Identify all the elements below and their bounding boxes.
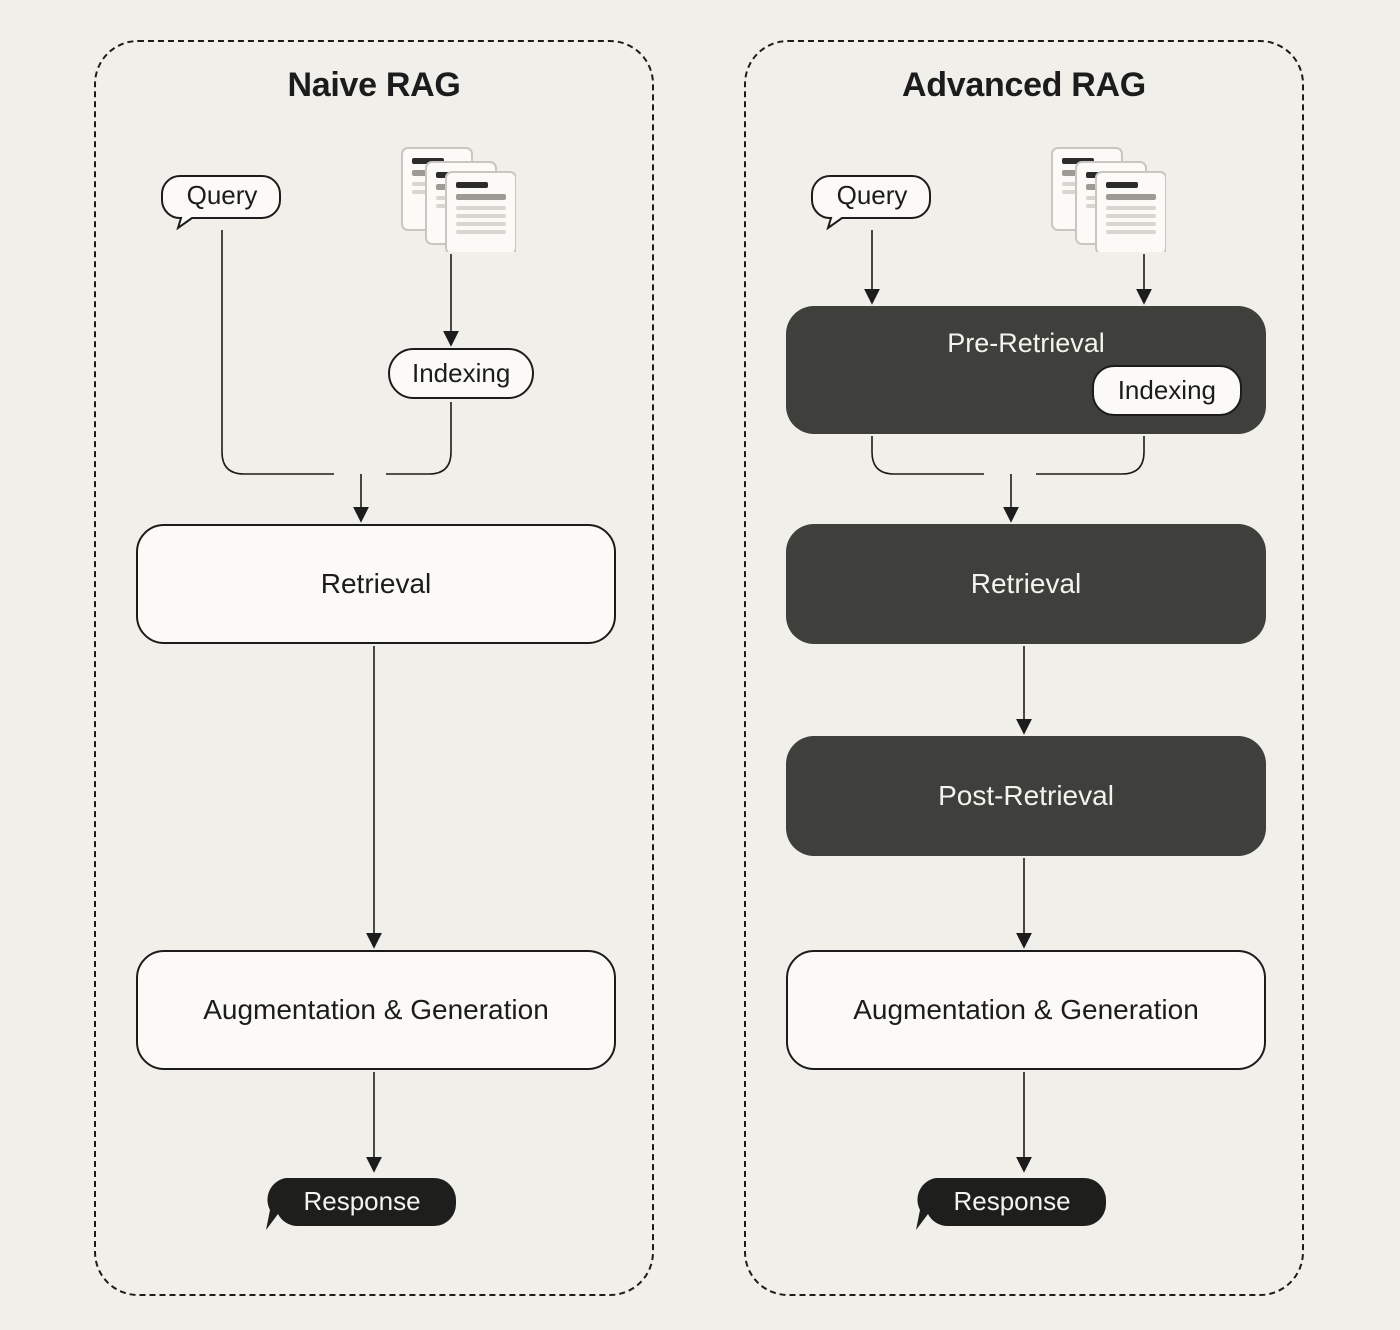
query-bubble-right: Query xyxy=(810,172,938,230)
indexing-pill-left: Indexing xyxy=(388,348,534,399)
arrows-right xyxy=(746,42,1306,1298)
response-bubble-left: Response xyxy=(262,1174,464,1236)
query-bubble-left: Query xyxy=(160,172,288,230)
response-bubble-right: Response xyxy=(912,1174,1114,1236)
panel-title-naive: Naive RAG xyxy=(96,66,652,105)
query-label-left: Query xyxy=(187,180,258,210)
panel-naive-rag: Naive RAG Query xyxy=(94,40,654,1296)
panel-advanced-rag: Advanced RAG Query xyxy=(744,40,1304,1296)
documents-icon-right xyxy=(1046,142,1166,257)
panel-title-advanced: Advanced RAG xyxy=(746,66,1302,105)
aug-gen-box-left: Augmentation & Generation xyxy=(136,950,616,1070)
query-label-right: Query xyxy=(837,180,908,210)
arrows-left xyxy=(96,42,656,1298)
documents-icon-left xyxy=(396,142,516,257)
response-label-left: Response xyxy=(303,1186,420,1216)
post-retrieval-box: Post-Retrieval xyxy=(786,736,1266,856)
response-label-right: Response xyxy=(953,1186,1070,1216)
pre-retrieval-box: Pre-Retrieval Indexing xyxy=(786,306,1266,434)
retrieval-box-left: Retrieval xyxy=(136,524,616,644)
retrieval-box-right: Retrieval xyxy=(786,524,1266,644)
pre-retrieval-label: Pre-Retrieval xyxy=(786,328,1266,359)
diagram-canvas: Naive RAG Query xyxy=(0,0,1400,1330)
aug-gen-box-right: Augmentation & Generation xyxy=(786,950,1266,1070)
indexing-pill-right: Indexing xyxy=(1092,365,1242,416)
